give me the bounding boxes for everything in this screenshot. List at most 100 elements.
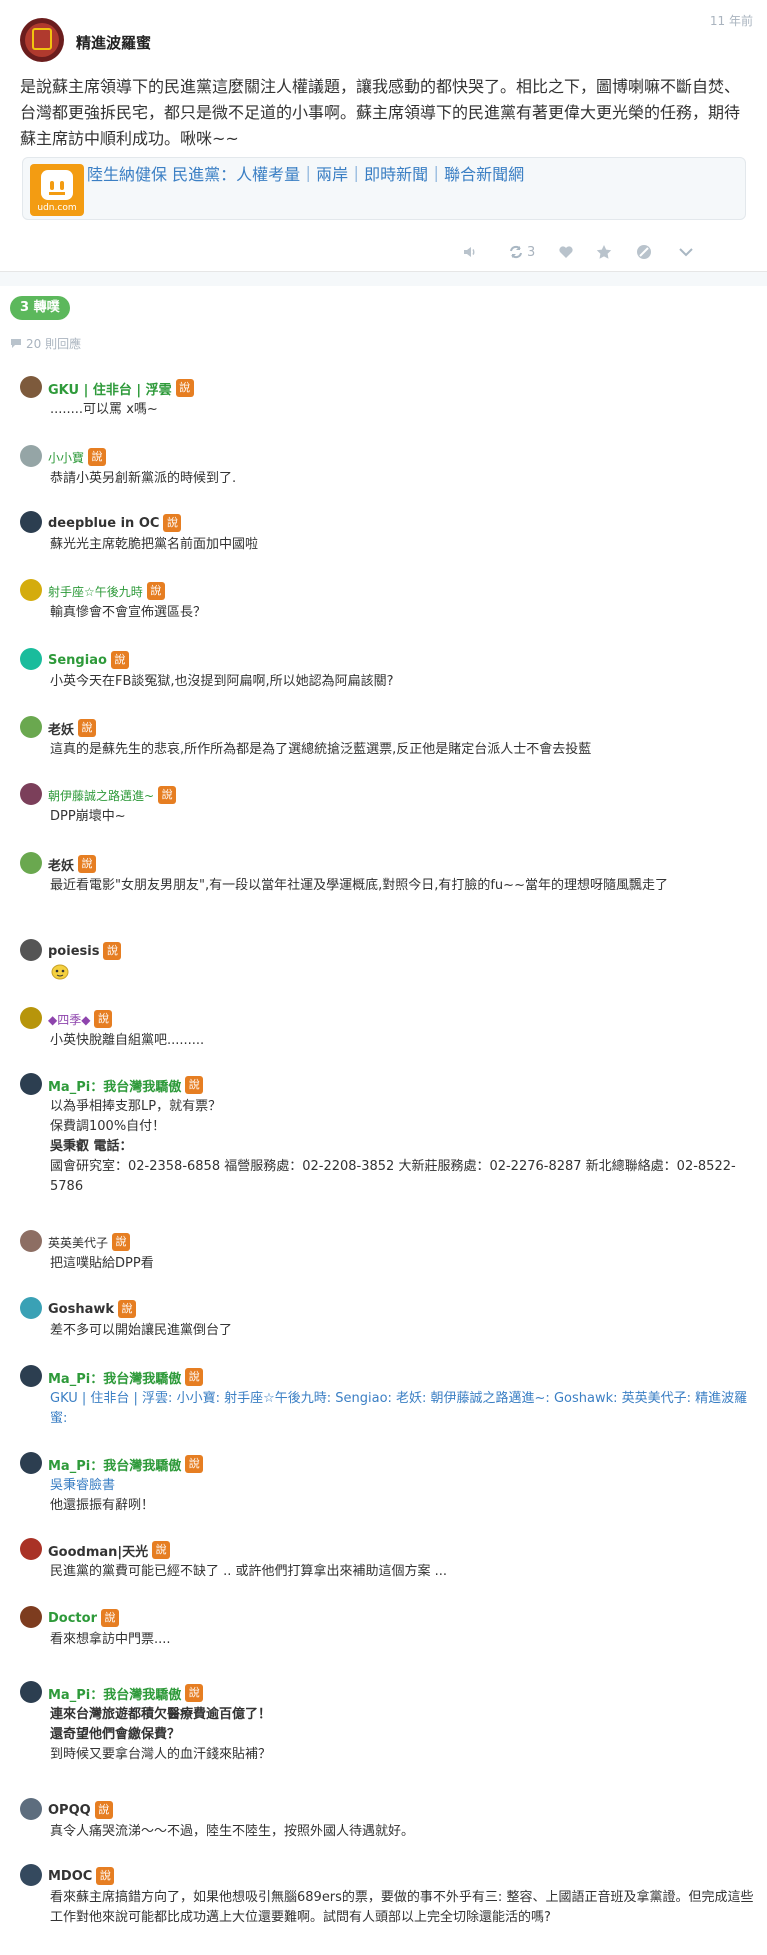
- commenter-name[interactable]: GKU | 住非台 | 浮雲: [48, 379, 172, 398]
- comment-header: 射手座☆午後九時說: [48, 581, 165, 601]
- commenter-avatar[interactable]: [20, 939, 42, 961]
- commenter-name[interactable]: 朝伊藤誠之路邁進~: [48, 787, 154, 804]
- link-preview-title[interactable]: 陸生納健保 民進黨：人權考量｜兩岸｜即時新聞｜聯合新聞網: [87, 164, 524, 186]
- comment-line: 看來想拿訪中門票....: [50, 1632, 171, 1647]
- commenter-avatar[interactable]: [20, 1681, 42, 1703]
- commenter-name[interactable]: 小小寶: [48, 449, 84, 466]
- comment-body: 真令人痛哭流涕～～不過，陸生不陸生，按照外國人待遇就好。: [50, 1822, 760, 1842]
- comment-body: ........可以罵 x嗎~: [50, 400, 760, 420]
- comment-body: DPP崩壞中~: [50, 807, 760, 827]
- commenter-name[interactable]: deepblue in OC: [48, 516, 159, 531]
- comment-line[interactable]: GKU | 住非台 | 浮雲: 小小寶: 射手座☆午後九時: Sengiao: …: [50, 1389, 760, 1429]
- comment-body: 最近看電影"女朋友男朋友",有一段以當年社運及學運概底,對照今日,有打臉的fu~…: [50, 876, 760, 896]
- commenter-name[interactable]: Sengiao: [48, 653, 107, 668]
- udn-logo-icon: udn.com: [30, 164, 84, 216]
- commenter-name[interactable]: OPQQ: [48, 1803, 91, 1818]
- mute-icon[interactable]: [462, 240, 478, 264]
- replurk-button[interactable]: 3: [508, 240, 535, 264]
- commenter-avatar[interactable]: [20, 445, 42, 467]
- commenter-avatar[interactable]: [20, 1538, 42, 1560]
- says-badge: 說: [118, 1300, 137, 1318]
- comment-header: 老妖說: [48, 718, 97, 738]
- comment-header: Sengiao 說: [48, 650, 129, 670]
- commenter-avatar[interactable]: [20, 1007, 42, 1029]
- comment-line: 還奇望他們會繳保費？: [50, 1727, 181, 1742]
- commenter-avatar[interactable]: [20, 1297, 42, 1319]
- author-avatar[interactable]: [20, 18, 64, 62]
- commenter-name[interactable]: Ma_Pi：我台灣我驕傲: [48, 1076, 181, 1095]
- says-badge: 說: [78, 719, 97, 737]
- commenter-avatar[interactable]: [20, 852, 42, 874]
- comment-header: Goodman|天光說: [48, 1540, 171, 1560]
- comment-header: 朝伊藤誠之路邁進~ 說: [48, 785, 177, 805]
- comment-line: 真令人痛哭流涕～～不過，陸生不陸生，按照外國人待遇就好。: [50, 1824, 415, 1839]
- commenter-name[interactable]: Ma_Pi：我台灣我驕傲: [48, 1455, 181, 1474]
- comment-line: 輸真慘會不會宣佈選區長？: [50, 605, 207, 620]
- commenter-avatar[interactable]: [20, 1606, 42, 1628]
- says-badge: 說: [94, 1801, 113, 1819]
- comment-line: 民進黨的黨費可能已經不缺了 .. 或許他們打算拿出來補助這個方案 ...: [50, 1564, 448, 1579]
- commenter-name[interactable]: ◆四季◆: [48, 1011, 90, 1028]
- says-badge: 說: [112, 1233, 131, 1251]
- comment-line[interactable]: 吳秉睿臉書: [50, 1476, 760, 1496]
- reply-count-text: 20 則回應: [26, 337, 82, 351]
- commenter-avatar[interactable]: [20, 1452, 42, 1474]
- comment-line: ........可以罵 x嗎~: [50, 402, 158, 417]
- comment-body: 民進黨的黨費可能已經不缺了 .. 或許他們打算拿出來補助這個方案 ...: [50, 1562, 760, 1582]
- commenter-name[interactable]: MDOC: [48, 1869, 92, 1884]
- commenter-name[interactable]: Goshawk: [48, 1302, 114, 1317]
- commenter-name[interactable]: 英英美代子: [48, 1234, 108, 1251]
- says-badge: 說: [94, 1010, 113, 1028]
- like-icon[interactable]: [558, 240, 574, 264]
- commenter-avatar[interactable]: [20, 1365, 42, 1387]
- replurk-count-pill[interactable]: 3 轉噗: [10, 296, 70, 320]
- comment-header: 小小寶說: [48, 447, 107, 467]
- comment-body: 差不多可以開始讓民進黨倒台了: [50, 1321, 760, 1341]
- commenter-name[interactable]: Ma_Pi：我台灣我驕傲: [48, 1368, 181, 1387]
- post-body-text: 是說蘇主席領導下的民進黨這麼關注人權議題，讓我感動的都快哭了。相比之下，圖博喇嘛…: [20, 77, 741, 148]
- comment-line: 連來台灣旅遊都積欠醫療費逾百億了！: [50, 1707, 272, 1722]
- commenter-avatar[interactable]: [20, 1798, 42, 1820]
- commenter-avatar[interactable]: [20, 783, 42, 805]
- commenter-name[interactable]: Doctor: [48, 1611, 97, 1626]
- commenter-name[interactable]: Ma_Pi：我台灣我驕傲: [48, 1684, 181, 1703]
- commenter-avatar[interactable]: [20, 1864, 42, 1886]
- commenter-avatar[interactable]: [20, 716, 42, 738]
- comment-line: 這真的是蘇先生的悲哀,所作所為都是為了選總統搶泛藍選票,反正他是賭定台派人士不會…: [50, 742, 592, 757]
- star-icon[interactable]: [596, 240, 612, 264]
- comment-line: DPP崩壞中~: [50, 809, 126, 824]
- comment-line: 以為爭相捧支那LP，就有票？: [50, 1099, 222, 1114]
- divider: [0, 272, 767, 286]
- commenter-name[interactable]: Goodman|天光: [48, 1541, 148, 1560]
- comment-header: Goshawk 說: [48, 1299, 137, 1319]
- says-badge: 說: [152, 1541, 171, 1559]
- comment-body: 輸真慘會不會宣佈選區長？: [50, 603, 760, 623]
- commenter-avatar[interactable]: [20, 511, 42, 533]
- post-author-name[interactable]: 精進波羅蜜: [76, 32, 151, 53]
- comment-body: 蘇光光主席乾脆把黨名前面加中國啦: [50, 535, 760, 555]
- chevron-down-icon[interactable]: [678, 240, 694, 264]
- commenter-avatar[interactable]: [20, 1073, 42, 1095]
- commenter-avatar[interactable]: [20, 579, 42, 601]
- says-badge: 說: [185, 1455, 204, 1473]
- comment-body: 吳秉睿臉書 他還振振有辭咧！: [50, 1476, 760, 1516]
- commenter-avatar[interactable]: [20, 648, 42, 670]
- emoticon-icon: [50, 964, 70, 985]
- mute-thread-icon[interactable]: [636, 240, 652, 264]
- comment-line: 小英今天在FB談冤獄,也沒提到阿扁啊,所以她認為阿扁該關?: [50, 674, 394, 689]
- commenter-name[interactable]: 老妖: [48, 719, 74, 738]
- commenter-name[interactable]: 老妖: [48, 855, 74, 874]
- says-badge: 說: [96, 1867, 115, 1885]
- link-preview-card[interactable]: udn.com 陸生納健保 民進黨：人權考量｜兩岸｜即時新聞｜聯合新聞網: [22, 157, 746, 220]
- comment-header: Ma_Pi：我台灣我驕傲說: [48, 1683, 204, 1703]
- commenter-avatar[interactable]: [20, 1230, 42, 1252]
- comment-header: ◆四季◆ 說: [48, 1009, 113, 1029]
- commenter-avatar[interactable]: [20, 376, 42, 398]
- comment-body: 看來蘇主席搞錯方向了，如果他想吸引無腦689ers的票，要做的事不外乎有三: 整…: [50, 1888, 760, 1928]
- commenter-name[interactable]: 射手座☆午後九時: [48, 583, 143, 600]
- comment-line: 小英快脫離自組黨吧.........: [50, 1033, 205, 1048]
- commenter-name[interactable]: poiesis: [48, 944, 99, 959]
- comment-line: 看來蘇主席搞錯方向了，如果他想吸引無腦689ers的票，要做的事不外乎有三: 整…: [50, 1890, 754, 1925]
- says-badge: 說: [101, 1609, 119, 1627]
- comment-line: 蘇光光主席乾脆把黨名前面加中國啦: [50, 537, 259, 552]
